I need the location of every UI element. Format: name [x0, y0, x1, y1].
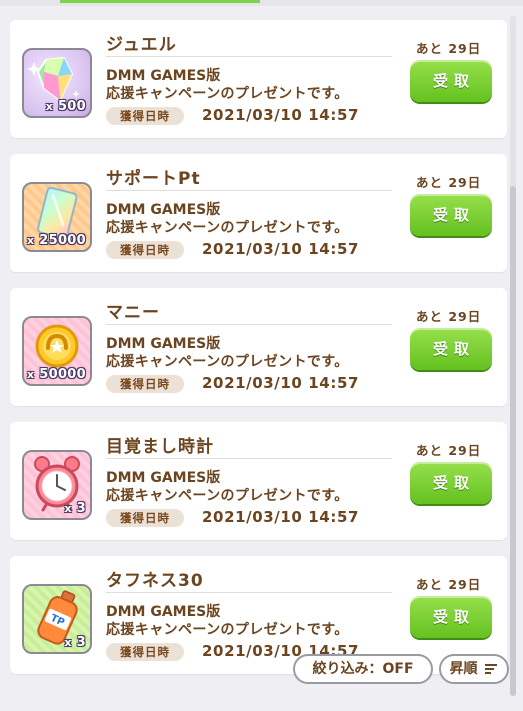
receive-button[interactable]: 受取	[410, 328, 492, 370]
scrollbar-thumb[interactable]	[510, 186, 516, 696]
item-quantity: x 50000	[27, 367, 86, 382]
remaining-days: あと 29日	[416, 577, 482, 592]
remaining-days: あと 29日	[416, 443, 482, 458]
item-description-line1: DMM GAMES版	[106, 202, 221, 218]
obtained-date-tag: 獲得日時	[106, 375, 184, 393]
item-name: サポートPt	[106, 169, 201, 189]
divider	[106, 458, 392, 459]
list-item: x 3 目覚まし時計 DMM GAMES版 応援キャンペーンのプレゼントです。 …	[10, 422, 507, 540]
remaining-days: あと 29日	[416, 175, 482, 190]
list-item: TP x 3 タフネス30 DMM GAMES版 応援キャンペーンのプレゼントで…	[10, 556, 507, 674]
obtained-date-tag: 獲得日時	[106, 643, 184, 661]
item-icon-frame: x 500	[22, 48, 92, 118]
sort-label: 昇順	[449, 661, 478, 677]
obtained-date: 2021/03/10 14:57	[202, 374, 360, 392]
obtained-date-tag: 獲得日時	[106, 509, 184, 527]
divider	[106, 56, 392, 57]
item-description-line2: 応援キャンペーンのプレゼントです。	[106, 86, 349, 102]
item-icon-frame: x 50000	[22, 316, 92, 386]
item-quantity: x 3	[64, 501, 86, 516]
obtained-date-tag: 獲得日時	[106, 107, 184, 125]
item-description-line1: DMM GAMES版	[106, 68, 221, 84]
obtained-date: 2021/03/10 14:57	[202, 106, 360, 124]
receive-button[interactable]: 受取	[410, 194, 492, 236]
item-name: タフネス30	[106, 571, 204, 591]
item-description-line2: 応援キャンペーンのプレゼントです。	[106, 488, 349, 504]
item-icon-frame: x 3	[22, 450, 92, 520]
sort-lines-icon	[485, 664, 498, 674]
filter-button[interactable]: 絞り込み：OFF	[293, 654, 433, 684]
obtained-date: 2021/03/10 14:57	[202, 508, 360, 526]
sort-button[interactable]: 昇順	[439, 654, 509, 684]
list-item: x 50000 マニー DMM GAMES版 応援キャンペーンのプレゼントです。…	[10, 288, 507, 406]
item-quantity: x 3	[64, 635, 86, 650]
divider	[106, 324, 392, 325]
receive-button[interactable]: 受取	[410, 462, 492, 504]
item-description-line2: 応援キャンペーンのプレゼントです。	[106, 354, 349, 370]
item-quantity: x 500	[45, 99, 86, 114]
obtained-date: 2021/03/10 14:57	[202, 240, 360, 258]
item-description-line2: 応援キャンペーンのプレゼントです。	[106, 622, 349, 638]
divider	[106, 592, 392, 593]
divider	[106, 190, 392, 191]
item-name: ジュエル	[106, 35, 177, 55]
item-name: 目覚まし時計	[106, 437, 214, 457]
item-description-line1: DMM GAMES版	[106, 470, 221, 486]
remaining-days: あと 29日	[416, 309, 482, 324]
receive-button[interactable]: 受取	[410, 60, 492, 102]
item-icon-frame: TP x 3	[22, 584, 92, 654]
obtained-date-tag: 獲得日時	[106, 241, 184, 259]
item-description-line1: DMM GAMES版	[106, 604, 221, 620]
top-bar	[0, 0, 523, 6]
item-description-line2: 応援キャンペーンのプレゼントです。	[106, 220, 349, 236]
remaining-days: あと 29日	[416, 41, 482, 56]
list-item: x 500 ジュエル DMM GAMES版 応援キャンペーンのプレゼントです。 …	[10, 20, 507, 138]
top-bar-accent	[60, 0, 260, 3]
receive-button[interactable]: 受取	[410, 596, 492, 638]
item-quantity: x 25000	[27, 233, 86, 248]
list-item: x 25000 サポートPt DMM GAMES版 応援キャンペーンのプレゼント…	[10, 154, 507, 272]
filter-label: 絞り込み：OFF	[312, 661, 414, 677]
item-name: マニー	[106, 303, 160, 323]
item-icon-frame: x 25000	[22, 182, 92, 252]
item-description-line1: DMM GAMES版	[106, 336, 221, 352]
